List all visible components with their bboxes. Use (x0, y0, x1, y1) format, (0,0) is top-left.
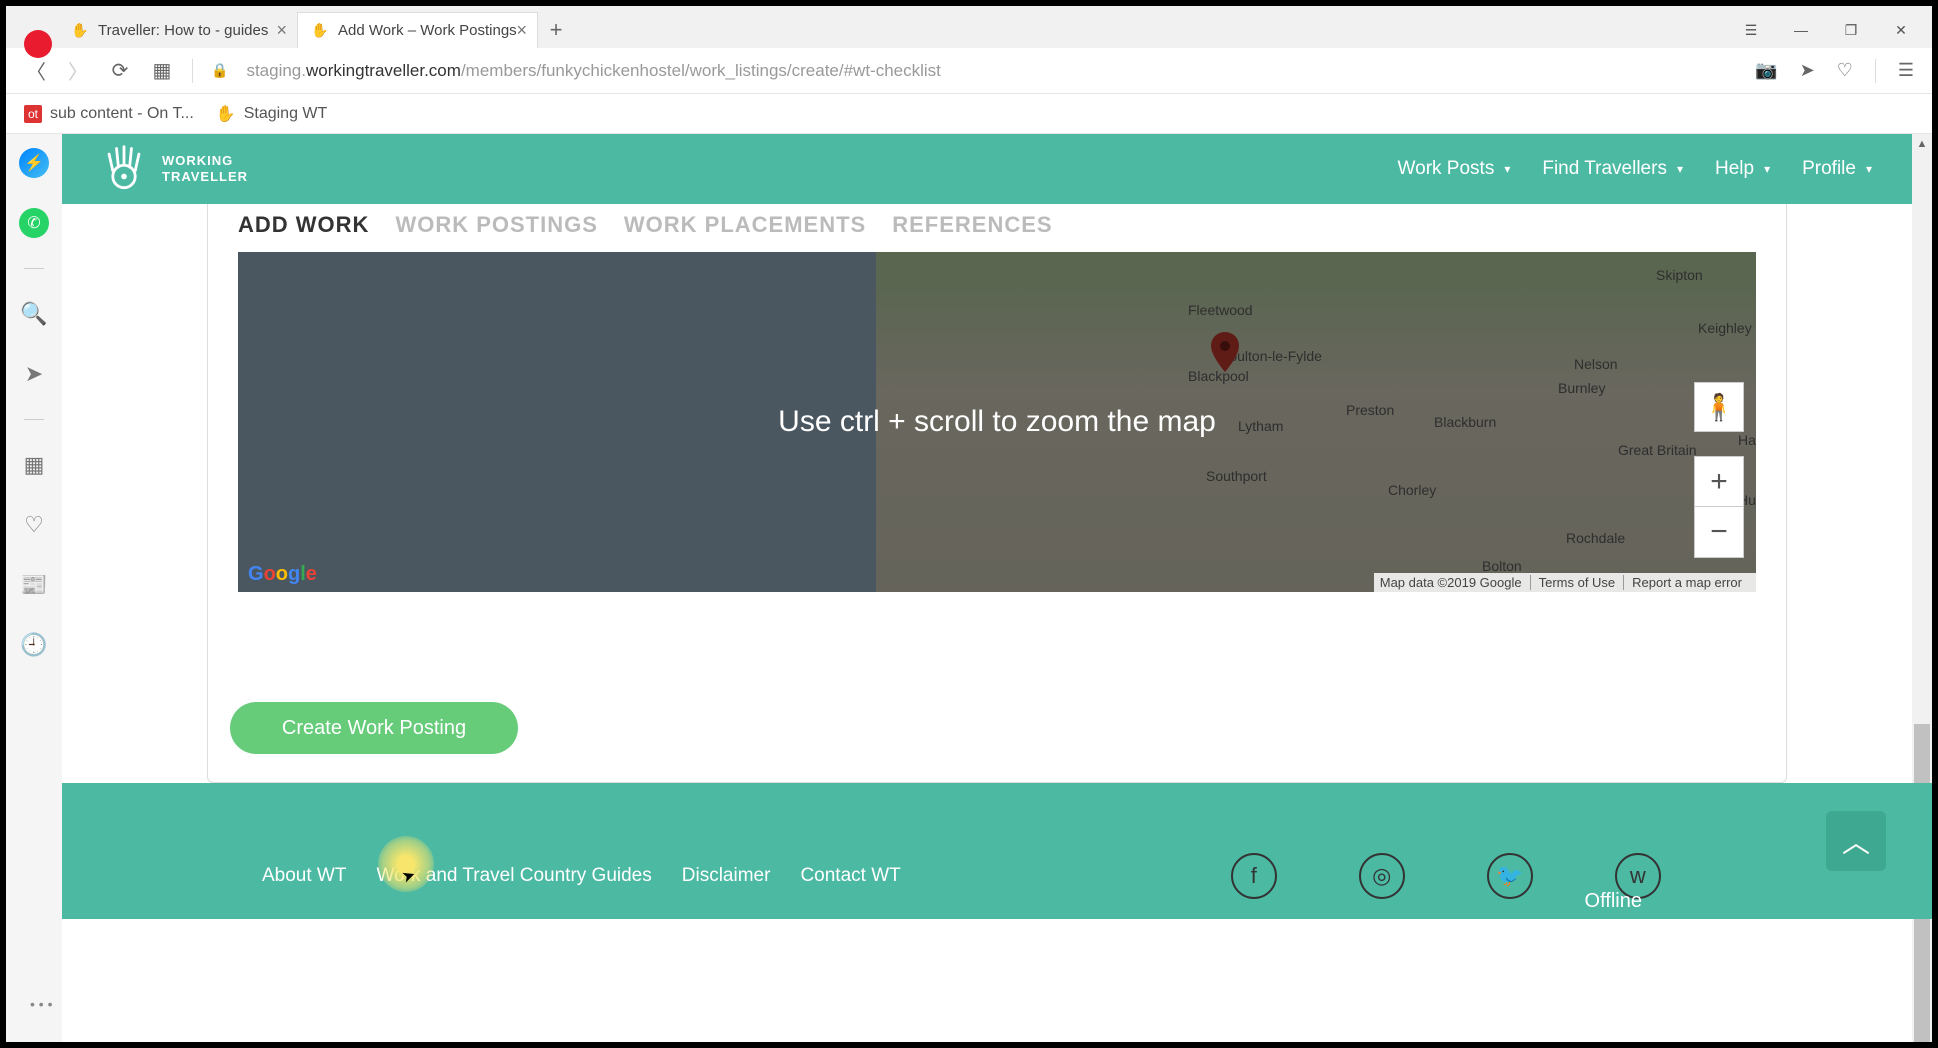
separator (24, 268, 44, 269)
scrollbar-up-icon[interactable]: ▲ (1912, 134, 1932, 154)
nav-help[interactable]: Help▾ (1715, 158, 1770, 180)
tab-title: Add Work – Work Postings (338, 22, 517, 39)
logo-hand-icon (96, 141, 152, 197)
footer-link-guides[interactable]: Work and Travel Country Guides (376, 865, 651, 887)
tab-add-work[interactable]: ADD WORK (238, 212, 369, 238)
instagram-icon[interactable]: ◎ (1359, 853, 1405, 899)
nav-find-travellers[interactable]: Find Travellers▾ (1542, 158, 1683, 180)
separator (24, 419, 44, 420)
nav-work-posts[interactable]: Work Posts▾ (1398, 158, 1511, 180)
reload-button[interactable]: ⟳ (108, 59, 132, 83)
speed-dial-grid-icon[interactable]: ▦ (19, 450, 49, 480)
tab-favicon-icon: ✋ (72, 22, 88, 38)
tab-title: Traveller: How to - guides (98, 22, 268, 39)
chevron-down-icon: ▾ (1504, 162, 1510, 176)
zoom-out-button[interactable]: − (1695, 507, 1743, 557)
tab-work-postings[interactable]: WORK POSTINGS (395, 212, 597, 238)
bookmark-item[interactable]: ot sub content - On T... (24, 105, 194, 123)
footer-link-disclaimer[interactable]: Disclaimer (682, 865, 771, 887)
site-header: WORKING TRAVELLER Work Posts▾ Find Trave… (62, 134, 1932, 204)
browser-sidebar: ⚡ ✆ 🔍 ➤ ▦ ♡ 📰 🕘 • • • (6, 134, 62, 1042)
tab-references[interactable]: REFERENCES (892, 212, 1052, 238)
map-attribution: Map data ©2019 Google Terms of Use Repor… (1374, 573, 1756, 592)
history-icon[interactable]: 🕘 (19, 630, 49, 660)
chat-status[interactable]: Offline (1585, 890, 1642, 913)
zoom-in-button[interactable]: + (1695, 457, 1743, 507)
scroll-to-top-button[interactable]: ︿ (1826, 811, 1886, 871)
footer-link-about[interactable]: About WT (262, 865, 346, 887)
opera-menu-icon[interactable] (24, 30, 52, 58)
site-footer: About WT Work and Travel Country Guides … (62, 783, 1932, 919)
tab-work-placements[interactable]: WORK PLACEMENTS (624, 212, 866, 238)
close-icon[interactable]: × (516, 20, 527, 41)
browser-tab-2[interactable]: ✋ Add Work – Work Postings × (298, 12, 538, 48)
footer-link-contact[interactable]: Contact WT (800, 865, 900, 887)
bookmark-favicon-icon: ot (24, 105, 42, 123)
back-button[interactable]: 〈 (24, 59, 48, 83)
chevron-down-icon: ▾ (1677, 162, 1683, 176)
close-icon[interactable]: × (276, 20, 287, 41)
maximize-button[interactable]: ❐ (1826, 12, 1876, 48)
tab-menu-icon[interactable]: ☰ (1726, 12, 1776, 48)
nav-profile[interactable]: Profile▾ (1802, 158, 1872, 180)
speed-dial-icon[interactable]: ▦ (150, 59, 174, 83)
chevron-down-icon: ▾ (1866, 162, 1872, 176)
create-work-posting-button[interactable]: Create Work Posting (230, 702, 518, 754)
report-error-link[interactable]: Report a map error (1632, 575, 1750, 590)
terms-link[interactable]: Terms of Use (1539, 575, 1625, 590)
separator (1875, 59, 1876, 83)
bookmarks-heart-icon[interactable]: ♡ (19, 510, 49, 540)
address-bar: 〈 〉 ⟳ ▦ 🔒 staging.workingtraveller.com/m… (6, 48, 1932, 94)
sidebar-more-icon[interactable]: • • • (30, 996, 52, 1012)
new-tab-button[interactable]: + (538, 12, 574, 48)
tab-favicon-icon: ✋ (312, 23, 328, 39)
easy-setup-icon[interactable]: ☰ (1898, 60, 1914, 81)
window-controls: ☰ — ❐ ✕ (1726, 12, 1926, 48)
twitter-icon[interactable]: 🐦 (1487, 853, 1533, 899)
url-input[interactable]: staging.workingtraveller.com/members/fun… (246, 61, 1737, 81)
pegman-icon[interactable]: 🧍 (1694, 382, 1744, 432)
news-icon[interactable]: 📰 (19, 570, 49, 600)
chevron-down-icon: ▾ (1764, 162, 1770, 176)
browser-tab-1[interactable]: ✋ Traveller: How to - guides × (58, 12, 298, 48)
site-logo[interactable]: WORKING TRAVELLER (96, 141, 248, 197)
close-window-button[interactable]: ✕ (1876, 12, 1926, 48)
sub-tabs: ADD WORK WORK POSTINGS WORK PLACEMENTS R… (208, 204, 1786, 252)
facebook-icon[interactable]: f (1231, 853, 1277, 899)
minimize-button[interactable]: — (1776, 12, 1826, 48)
page-content: ▲ WORKING TRAVELLER Work Posts▾ (62, 134, 1932, 1042)
bookmark-favicon-icon: ✋ (216, 104, 236, 124)
send-icon[interactable]: ➤ (1800, 60, 1815, 81)
forward-button[interactable]: 〉 (66, 59, 90, 83)
main-nav: Work Posts▾ Find Travellers▾ Help▾ Profi… (1398, 158, 1902, 180)
separator (192, 59, 193, 83)
google-logo: Google (248, 563, 317, 586)
bookmark-item[interactable]: ✋ Staging WT (216, 104, 328, 124)
whatsapp-icon[interactable]: ✆ (19, 208, 49, 238)
map-hint-text: Use ctrl + scroll to zoom the map (778, 405, 1216, 439)
lock-icon[interactable]: 🔒 (211, 62, 228, 79)
bookmark-bar: ot sub content - On T... ✋ Staging WT (6, 94, 1932, 134)
flow-icon[interactable]: ➤ (19, 359, 49, 389)
page-card: ADD WORK WORK POSTINGS WORK PLACEMENTS R… (207, 204, 1787, 783)
map-zoom-controls: + − (1694, 456, 1744, 558)
tab-bar: ✋ Traveller: How to - guides × ✋ Add Wor… (6, 6, 1932, 48)
map-container[interactable]: Fleetwood Poulton-le-Fylde Blackpool Lyt… (238, 252, 1756, 592)
heart-icon[interactable]: ♡ (1837, 60, 1853, 81)
search-icon[interactable]: 🔍 (19, 299, 49, 329)
messenger-icon[interactable]: ⚡ (19, 148, 49, 178)
addr-right-icons: 📷 ➤ ♡ ☰ (1755, 59, 1914, 83)
snapshot-icon[interactable]: 📷 (1755, 60, 1777, 81)
footer-links: About WT Work and Travel Country Guides … (262, 865, 901, 887)
